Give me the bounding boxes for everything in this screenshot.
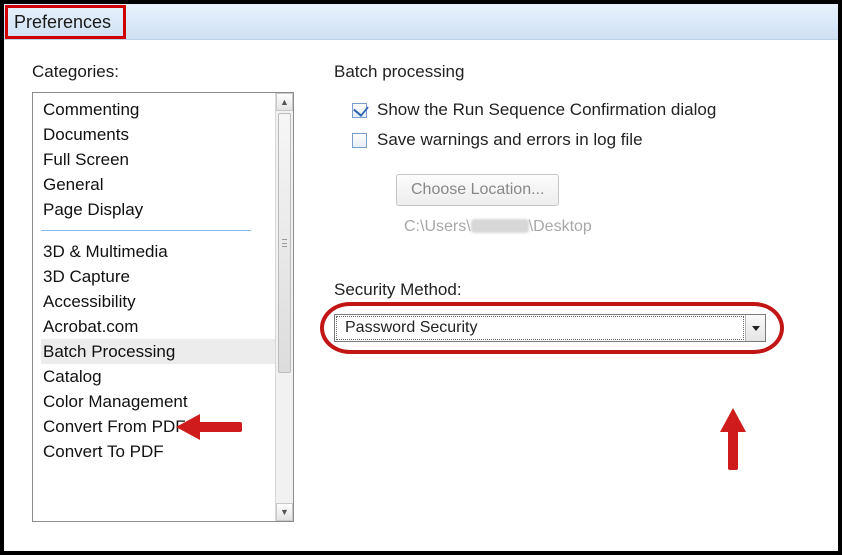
checkbox-icon[interactable] (352, 103, 367, 118)
content-area: Categories: Commenting Documents Full Sc… (4, 40, 838, 551)
categories-pane: Categories: Commenting Documents Full Sc… (32, 62, 304, 551)
chevron-down-icon (752, 326, 760, 331)
category-item-convert-from-pdf[interactable]: Convert From PDF (41, 414, 293, 439)
security-method-label: Security Method: (334, 280, 820, 300)
category-item-commenting[interactable]: Commenting (41, 97, 293, 122)
category-item-convert-to-pdf[interactable]: Convert To PDF (41, 439, 293, 464)
categories-scrollbar[interactable]: ▲ ▼ (275, 93, 293, 521)
category-item-acrobat-com[interactable]: Acrobat.com (41, 314, 293, 339)
category-item-color-management[interactable]: Color Management (41, 389, 293, 414)
category-item-3d-capture[interactable]: 3D Capture (41, 264, 293, 289)
scroll-thumb[interactable] (278, 113, 291, 373)
category-item-documents[interactable]: Documents (41, 122, 293, 147)
categories-divider (41, 230, 251, 231)
panel-title: Batch processing (334, 62, 820, 82)
path-suffix: \Desktop (529, 218, 592, 235)
path-username-redacted (471, 219, 529, 233)
category-item-batch-processing[interactable]: Batch Processing (41, 339, 293, 364)
choose-location-button: Choose Location... (396, 174, 559, 206)
categories-label: Categories: (32, 62, 304, 82)
category-item-full-screen[interactable]: Full Screen (41, 147, 293, 172)
scroll-up-button[interactable]: ▲ (276, 93, 293, 111)
checkbox-show-confirmation[interactable]: Show the Run Sequence Confirmation dialo… (352, 100, 820, 120)
category-item-accessibility[interactable]: Accessibility (41, 289, 293, 314)
checkbox-icon[interactable] (352, 133, 367, 148)
checkbox-label: Show the Run Sequence Confirmation dialo… (377, 100, 716, 120)
titlebar: Preferences (4, 4, 838, 40)
category-item-3d-multimedia[interactable]: 3D & Multimedia (41, 239, 293, 264)
checkbox-label: Save warnings and errors in log file (377, 130, 643, 150)
category-item-page-display[interactable]: Page Display (41, 197, 293, 222)
preferences-window: Preferences Categories: Commenting Docum… (0, 0, 842, 555)
window-title: Preferences (5, 5, 126, 39)
category-item-catalog[interactable]: Catalog (41, 364, 293, 389)
security-method-field: Password Security (334, 314, 820, 342)
log-save-path: C:\Users\ \Desktop (404, 218, 820, 236)
path-prefix: C:\Users\ (404, 218, 471, 235)
checkbox-save-log[interactable]: Save warnings and errors in log file (352, 130, 820, 150)
category-item-general[interactable]: General (41, 172, 293, 197)
settings-panel: Batch processing Show the Run Sequence C… (304, 62, 820, 551)
dropdown-button[interactable] (745, 315, 765, 341)
scroll-down-button[interactable]: ▼ (276, 503, 293, 521)
categories-listbox[interactable]: Commenting Documents Full Screen General… (32, 92, 294, 522)
security-method-value: Password Security (336, 316, 744, 340)
security-method-dropdown[interactable]: Password Security (334, 314, 766, 342)
